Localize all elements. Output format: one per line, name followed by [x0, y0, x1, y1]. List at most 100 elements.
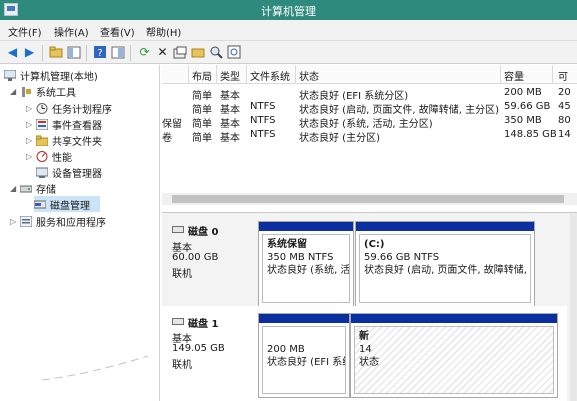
- volume-status: 状态良好 (EFI 系统分区): [299, 91, 409, 102]
- tree-item-system-tools[interactable]: ◢ 系统工具: [10, 83, 76, 99]
- column-header-free[interactable]: 可: [558, 68, 568, 83]
- collapse-icon[interactable]: ◢: [10, 184, 18, 193]
- toolbar-separator: [42, 45, 43, 61]
- tree-root[interactable]: 计算机管理(本地): [3, 67, 98, 83]
- tree-item-label: 存储: [36, 184, 56, 196]
- tree-item-performance[interactable]: ▷ 性能: [26, 148, 72, 164]
- show-hide-tree-icon[interactable]: [66, 44, 81, 60]
- volume-status: 状态良好 (启动, 页面文件, 故障转储, 主分区): [299, 105, 500, 116]
- expand-icon[interactable]: ▷: [26, 120, 34, 129]
- disk-0-label[interactable]: 磁盘 0 基本 60.00 GB 联机: [162, 221, 257, 301]
- partition-status: 状态良好 (EFI 系统: [267, 357, 346, 368]
- partition-new-volume[interactable]: 新 14 状态: [350, 313, 558, 398]
- partition-bar: [356, 222, 534, 231]
- tree-item-disk-management[interactable]: 磁盘管理: [33, 196, 100, 212]
- volume-layout: 简单: [192, 105, 212, 116]
- tree-item-event-viewer[interactable]: ▷ 事件查看器: [26, 116, 102, 132]
- collapse-icon[interactable]: ◢: [10, 87, 18, 96]
- partition-size: 200 MB: [267, 344, 305, 355]
- vertical-scrollbar[interactable]: [570, 213, 577, 401]
- partition-bar: [259, 222, 353, 231]
- partition-system-reserved[interactable]: 系统保留 350 MB NTFS 状态良好 (系统, 活: [258, 221, 354, 307]
- help-icon[interactable]: ?: [92, 44, 107, 60]
- back-icon[interactable]: ◀: [5, 44, 20, 60]
- volume-capacity: 350 MB: [504, 115, 542, 126]
- disk-graphical-view: 磁盘 0 基本 60.00 GB 联机 系统保留 350 MB NTFS 状态良…: [162, 213, 577, 401]
- tree-item-device-manager[interactable]: 设备管理器: [35, 164, 102, 180]
- partition-size: 350 MB NTFS: [267, 252, 334, 263]
- tree-item-label: 服务和应用程序: [36, 217, 106, 229]
- clock-icon: [36, 102, 48, 114]
- volume-list-header: 布局 类型 文件系统 状态 容量 可: [162, 65, 577, 84]
- scrollbar-thumb[interactable]: [172, 195, 564, 203]
- menu-action[interactable]: 操作(A): [54, 24, 89, 39]
- disk-name: 磁盘 1: [188, 319, 219, 330]
- disk-size: 60.00 GB: [172, 252, 219, 263]
- partition-size: 14: [359, 344, 372, 355]
- volume-capacity: 148.85 GB: [504, 129, 557, 140]
- volume-list: 布局 类型 文件系统 状态 容量 可 简单 基本 状态良好 (EFI 系统分区)…: [162, 65, 577, 213]
- services-icon: [19, 215, 33, 227]
- expand-icon[interactable]: ▷: [26, 136, 34, 145]
- menu-file[interactable]: 文件(F): [8, 24, 42, 39]
- properties-icon[interactable]: [172, 44, 187, 60]
- column-header-status[interactable]: 状态: [299, 68, 319, 83]
- zoom-icon[interactable]: [226, 44, 241, 60]
- partition-bar: [259, 314, 349, 323]
- partition-c[interactable]: (C:) 59.66 GB NTFS 状态良好 (启动, 页面文件, 故障转储,…: [355, 221, 535, 307]
- expand-icon[interactable]: ▷: [26, 152, 34, 161]
- tree-item-services-apps[interactable]: ▷ 服务和应用程序: [10, 213, 106, 229]
- properties-pane-icon[interactable]: [110, 44, 125, 60]
- volume-capacity: 200 MB: [504, 87, 542, 98]
- volume-status: 状态良好 (主分区): [299, 133, 380, 144]
- device-manager-icon: [35, 167, 49, 178]
- up-folder-icon[interactable]: [48, 44, 63, 60]
- partition-status: 状态: [359, 357, 379, 368]
- forward-icon[interactable]: ▶: [22, 44, 37, 60]
- disk-icon: [172, 318, 184, 325]
- volume-type: 基本: [220, 91, 240, 102]
- expand-icon[interactable]: ▷: [26, 104, 34, 113]
- disk-management-icon: [33, 199, 47, 210]
- toolbar-separator: [130, 45, 131, 61]
- column-header-filesystem[interactable]: 文件系统: [250, 68, 290, 83]
- tree-item-label: 设备管理器: [52, 168, 102, 180]
- expand-icon[interactable]: ▷: [10, 217, 18, 226]
- disk-size: 149.05 GB: [172, 343, 225, 354]
- column-header-capacity[interactable]: 容量: [504, 68, 524, 83]
- volume-name: 卷: [162, 133, 172, 144]
- open-folder-icon[interactable]: [190, 44, 205, 60]
- tree-item-label: 事件查看器: [52, 120, 102, 132]
- volume-layout: 简单: [192, 91, 212, 102]
- tree-item-task-scheduler[interactable]: ▷ 任务计划程序: [26, 100, 112, 116]
- title-bar: 计算机管理: [0, 0, 577, 20]
- svg-text:?: ?: [97, 48, 102, 59]
- partition-name: 系统保留: [267, 239, 307, 250]
- volume-free: 20: [558, 87, 571, 98]
- tools-icon: [20, 86, 32, 97]
- search-icon[interactable]: [208, 44, 223, 60]
- shared-folder-icon: [35, 135, 49, 146]
- partition-name: (C:): [364, 239, 385, 250]
- horizontal-scrollbar[interactable]: [162, 193, 577, 205]
- volume-status: 状态良好 (系统, 活动, 主分区): [299, 119, 433, 130]
- refresh-icon[interactable]: ⟳: [137, 44, 152, 60]
- tree-item-shared-folders[interactable]: ▷ 共享文件夹: [26, 132, 102, 148]
- menu-bar: 文件(F) 操作(A) 查看(V) 帮助(H): [0, 20, 577, 41]
- partition-size: 59.66 GB NTFS: [364, 252, 440, 263]
- disk-1-label[interactable]: 磁盘 1 基本 149.05 GB 联机: [162, 311, 257, 396]
- volume-capacity: 59.66 GB: [504, 101, 551, 112]
- volume-type: 基本: [220, 119, 240, 130]
- partition-efi[interactable]: 200 MB 状态良好 (EFI 系统: [258, 313, 350, 398]
- tree-item-storage[interactable]: ◢ 存储: [10, 180, 56, 196]
- volume-fs: NTFS: [250, 101, 276, 112]
- delete-icon[interactable]: ✕: [155, 44, 170, 60]
- menu-help[interactable]: 帮助(H): [146, 24, 181, 39]
- menu-view[interactable]: 查看(V): [100, 24, 135, 39]
- tree-root-label: 计算机管理(本地): [20, 71, 98, 83]
- column-header-layout[interactable]: 布局: [192, 68, 212, 83]
- column-header-type[interactable]: 类型: [220, 68, 240, 83]
- volume-free: 14: [558, 129, 571, 140]
- volume-type: 基本: [220, 105, 240, 116]
- disk-icon: [172, 226, 184, 233]
